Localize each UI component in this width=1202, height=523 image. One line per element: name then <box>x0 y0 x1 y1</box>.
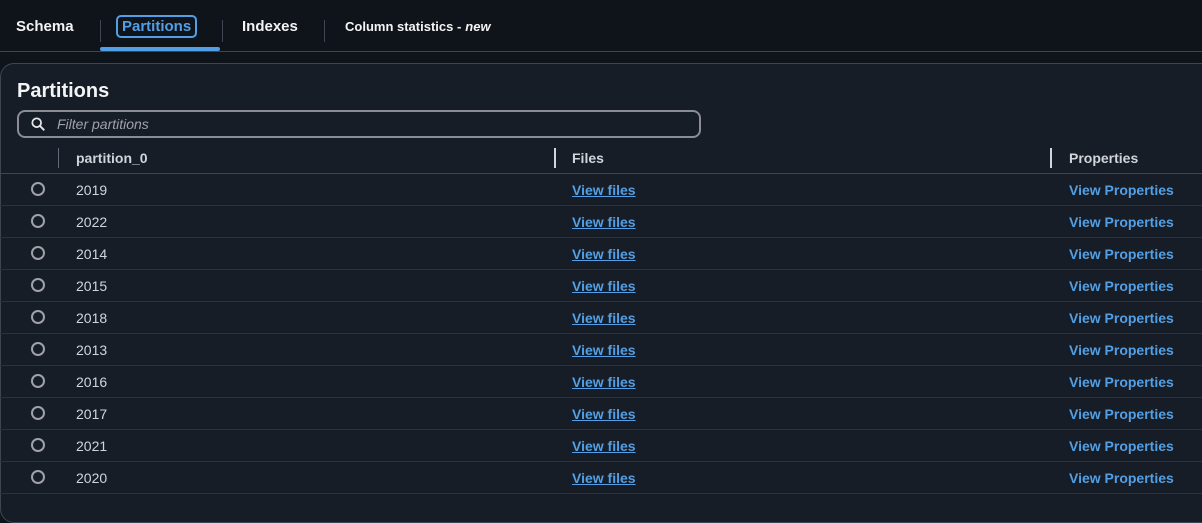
table-row[interactable]: 2019 View files View Properties <box>0 174 1202 206</box>
tab-partitions-label: Partitions <box>116 14 198 38</box>
row-select-radio[interactable] <box>31 182 45 196</box>
table-row[interactable]: 2022 View files View Properties <box>0 206 1202 238</box>
view-properties-link[interactable]: View Properties <box>1069 438 1174 454</box>
table-row[interactable]: 2014 View files View Properties <box>0 238 1202 270</box>
row-select-radio[interactable] <box>31 214 45 228</box>
row-select-radio[interactable] <box>31 246 45 260</box>
column-divider <box>58 148 59 168</box>
row-select-radio[interactable] <box>31 406 45 420</box>
column-header-partition[interactable]: partition_0 <box>76 142 148 174</box>
partition-value: 2014 <box>76 246 108 262</box>
row-select-radio[interactable] <box>31 374 45 388</box>
table-row[interactable]: 2013 View files View Properties <box>0 334 1202 366</box>
table-row[interactable]: 2020 View files View Properties <box>0 462 1202 494</box>
table-row[interactable]: 2021 View files View Properties <box>0 430 1202 462</box>
view-files-link[interactable]: View files <box>572 406 636 422</box>
view-properties-link[interactable]: View Properties <box>1069 374 1174 390</box>
partition-value: 2015 <box>76 278 108 294</box>
search-icon <box>31 117 45 131</box>
partition-value: 2013 <box>76 342 108 358</box>
view-properties-link[interactable]: View Properties <box>1069 310 1174 326</box>
tab-bar: Schema Partitions Indexes Column statist… <box>0 0 1202 52</box>
tab-indexes[interactable]: Indexes <box>242 0 298 52</box>
tab-schema[interactable]: Schema <box>16 0 74 52</box>
row-select-radio[interactable] <box>31 438 45 452</box>
view-properties-link[interactable]: View Properties <box>1069 470 1174 486</box>
row-select-radio[interactable] <box>31 342 45 356</box>
table-row[interactable]: 2018 View files View Properties <box>0 302 1202 334</box>
tab-partitions[interactable]: Partitions <box>116 0 198 52</box>
column-resize-handle[interactable] <box>554 148 556 168</box>
column-header-files: Files <box>572 150 604 166</box>
view-properties-link[interactable]: View Properties <box>1069 406 1174 422</box>
view-properties-link[interactable]: View Properties <box>1069 342 1174 358</box>
row-select-radio[interactable] <box>31 278 45 292</box>
partition-value: 2018 <box>76 310 108 326</box>
view-files-link[interactable]: View files <box>572 470 636 486</box>
partition-value: 2017 <box>76 406 108 422</box>
view-files-link[interactable]: View files <box>572 438 636 454</box>
view-files-link[interactable]: View files <box>572 310 636 326</box>
column-header-properties: Properties <box>1069 150 1139 166</box>
tab-divider <box>100 20 101 42</box>
new-badge: new <box>465 18 491 34</box>
partition-value: 2019 <box>76 182 108 198</box>
table-row[interactable]: 2015 View files View Properties <box>0 270 1202 302</box>
view-files-link[interactable]: View files <box>572 182 636 198</box>
partition-value: 2022 <box>76 214 108 230</box>
row-select-radio[interactable] <box>31 310 45 324</box>
view-properties-link[interactable]: View Properties <box>1069 182 1174 198</box>
active-tab-indicator <box>100 47 220 51</box>
tab-indexes-label: Indexes <box>242 17 298 35</box>
filter-box[interactable] <box>17 110 701 138</box>
view-properties-link[interactable]: View Properties <box>1069 278 1174 294</box>
view-properties-link[interactable]: View Properties <box>1069 246 1174 262</box>
tab-divider <box>222 20 223 42</box>
partition-value: 2021 <box>76 438 108 454</box>
tab-column-statistics[interactable]: Column statistics - new <box>345 0 491 52</box>
table-header: partition_0 Files Properties <box>0 142 1202 174</box>
view-files-link[interactable]: View files <box>572 342 636 358</box>
tab-schema-label: Schema <box>16 17 74 35</box>
section-title: Partitions <box>17 80 110 102</box>
column-resize-handle[interactable] <box>1050 148 1052 168</box>
tab-divider <box>324 20 325 42</box>
partition-value: 2020 <box>76 470 108 486</box>
filter-partitions-input[interactable] <box>55 115 659 133</box>
row-select-radio[interactable] <box>31 470 45 484</box>
tab-column-statistics-label: Column statistics - <box>345 18 462 34</box>
partition-value: 2016 <box>76 374 108 390</box>
table-row[interactable]: 2017 View files View Properties <box>0 398 1202 430</box>
view-files-link[interactable]: View files <box>572 278 636 294</box>
table-row[interactable]: 2016 View files View Properties <box>0 366 1202 398</box>
view-files-link[interactable]: View files <box>572 214 636 230</box>
view-files-link[interactable]: View files <box>572 246 636 262</box>
view-properties-link[interactable]: View Properties <box>1069 214 1174 230</box>
view-files-link[interactable]: View files <box>572 374 636 390</box>
